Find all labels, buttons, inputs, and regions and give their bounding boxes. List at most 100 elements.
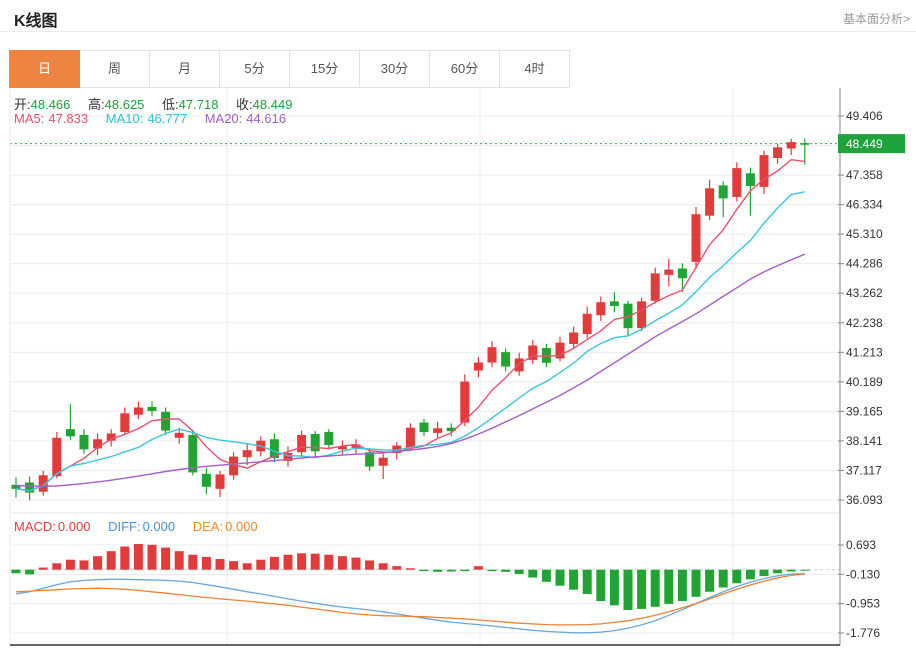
- macd-hist-bar: [270, 557, 279, 570]
- macd-hist-bar: [596, 570, 605, 601]
- low-label: 低:: [162, 97, 179, 112]
- macd-hist-bar: [93, 556, 102, 570]
- candle-body: [692, 214, 701, 262]
- candle-body: [773, 147, 782, 158]
- macd-hist-bar: [488, 570, 497, 571]
- macd-hist-bar: [379, 563, 388, 569]
- macd-hist-bar: [474, 566, 483, 570]
- candle-body: [175, 433, 184, 438]
- price-tick-label: 49.406: [846, 109, 883, 123]
- candle-body: [66, 429, 75, 436]
- close-value: 48.449: [253, 97, 293, 112]
- macd-hist-bar: [692, 570, 701, 597]
- candle-body: [569, 333, 578, 345]
- ma5-label: MA5:: [14, 111, 44, 126]
- macd-hist-bar: [80, 560, 89, 569]
- price-tick-label: 44.286: [846, 257, 883, 271]
- macd-hist-bar: [243, 563, 252, 569]
- macd-hist-bar: [120, 547, 129, 570]
- macd-hist-bar: [161, 548, 170, 570]
- price-tick-label: 47.358: [846, 168, 883, 182]
- macd-label: MACD:: [14, 519, 56, 534]
- candle-body: [610, 301, 619, 306]
- macd-hist-bar: [420, 570, 429, 571]
- macd-hist-bar: [188, 555, 197, 570]
- price-tick-label: 42.238: [846, 316, 883, 330]
- macd-hist-bar: [433, 570, 442, 572]
- macd-hist-bar: [569, 570, 578, 590]
- candle-body: [161, 412, 170, 431]
- macd-hist-bar: [610, 570, 619, 606]
- macd-hist-bar: [542, 570, 551, 582]
- candle-body: [732, 168, 741, 197]
- candle-body: [705, 188, 714, 215]
- candle-body: [637, 301, 646, 328]
- macd-hist-bar: [229, 561, 238, 570]
- price-tick-label: 43.262: [846, 286, 883, 300]
- macd-hist-bar: [297, 553, 306, 569]
- price-tick-label: 39.165: [846, 404, 883, 418]
- macd-hist-bar: [664, 570, 673, 604]
- candle-body: [515, 358, 524, 371]
- candle-body: [596, 302, 605, 315]
- candle-body: [406, 428, 415, 448]
- open-label: 开:: [14, 97, 31, 112]
- candle-body: [324, 432, 333, 445]
- macd-hist-bar: [773, 570, 782, 574]
- candle-body: [420, 422, 429, 432]
- kline-page: K线图 基本面分析> 日 周 月 5分 15分 30分 60分 4时 49.40…: [0, 0, 916, 649]
- candle-body: [664, 270, 673, 275]
- candle-body: [787, 142, 796, 148]
- candle-body: [120, 413, 129, 432]
- candle-body: [583, 314, 592, 334]
- macd-hist-bar: [39, 568, 48, 570]
- candle-body: [678, 268, 687, 278]
- macd-hist-bar: [583, 570, 592, 594]
- price-tick-label: 36.093: [846, 493, 883, 507]
- price-tick-label: 38.141: [846, 434, 883, 448]
- candle-body: [746, 173, 755, 186]
- macd-value: 0.000: [58, 519, 91, 534]
- macd-hist-bar: [25, 570, 34, 575]
- candle-body: [501, 352, 510, 366]
- macd-hist-bar: [12, 570, 21, 574]
- dea-value: 0.000: [225, 519, 258, 534]
- macd-tick-label: -0.130: [846, 567, 880, 581]
- macd-hist-bar: [787, 570, 796, 572]
- macd-hist-bar: [678, 570, 687, 601]
- price-tick-label: 45.310: [846, 227, 883, 241]
- macd-hist-bar: [746, 570, 755, 580]
- diff-label: DIFF:: [108, 519, 141, 534]
- candle-body: [80, 435, 89, 449]
- ma20-label: MA20:: [205, 111, 243, 126]
- candle-body: [433, 428, 442, 433]
- macd-readout: MACD:0.000 DIFF:0.000 DEA:0.000: [14, 519, 258, 534]
- macd-hist-bar: [202, 557, 211, 570]
- macd-hist-bar: [460, 570, 469, 571]
- macd-hist-bar: [66, 560, 75, 570]
- macd-hist-bar: [52, 563, 61, 569]
- high-value: 48.625: [105, 97, 145, 112]
- macd-hist-bar: [528, 570, 537, 578]
- price-tick-label: 46.334: [846, 198, 883, 212]
- macd-hist-bar: [311, 554, 320, 570]
- macd-hist-bar: [705, 570, 714, 592]
- candle-body: [488, 347, 497, 362]
- macd-hist-bar: [175, 551, 184, 570]
- macd-hist-bar: [501, 570, 510, 572]
- ma20-line: [16, 254, 805, 486]
- low-value: 47.718: [179, 97, 219, 112]
- ma10-value: 46.777: [147, 111, 187, 126]
- candle-body: [134, 407, 143, 414]
- candle-body: [651, 273, 660, 300]
- candle-body: [297, 435, 306, 452]
- current-price-badge-label: 48.449: [846, 137, 883, 151]
- macd-hist-bar: [107, 551, 116, 570]
- tab-daily[interactable]: 日: [9, 50, 80, 88]
- candle-body: [474, 363, 483, 371]
- macd-hist-bar: [352, 558, 361, 570]
- macd-hist-bar: [760, 570, 769, 576]
- candle-body: [379, 458, 388, 466]
- candle-body: [719, 185, 728, 198]
- macd-hist-bar: [406, 568, 415, 569]
